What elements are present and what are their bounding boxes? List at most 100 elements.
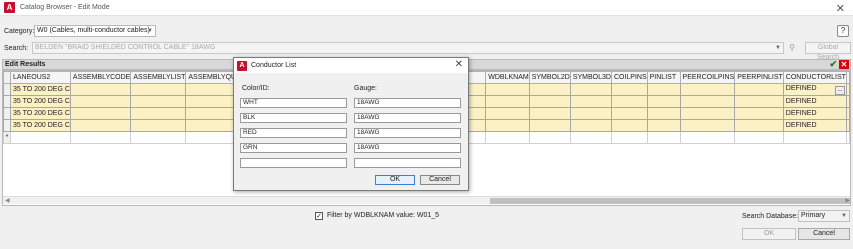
table-cell[interactable] — [130, 83, 187, 96]
column-header[interactable]: SYMBOL3D — [569, 71, 612, 84]
column-header[interactable]: PEERCOILPINS — [679, 71, 736, 84]
table-cell[interactable] — [130, 95, 187, 108]
gauge-field[interactable]: 18AWG — [354, 128, 461, 138]
color-id-field[interactable]: RED — [240, 128, 347, 138]
table-cell[interactable] — [528, 131, 571, 144]
table-cell[interactable] — [610, 83, 648, 96]
gauge-field[interactable]: 18AWG — [354, 113, 461, 123]
table-cell[interactable] — [485, 107, 530, 120]
color-id-field[interactable] — [240, 158, 347, 168]
table-cell[interactable] — [734, 107, 784, 120]
table-cell[interactable] — [846, 107, 850, 120]
table-cell[interactable] — [528, 119, 571, 132]
column-header[interactable]: CONDUCTORLIST — [782, 71, 848, 84]
table-cell[interactable] — [846, 83, 850, 96]
column-header[interactable]: LANEOUS2 — [9, 71, 71, 84]
table-cell[interactable] — [69, 131, 132, 144]
color-id-field[interactable]: BLK — [240, 113, 347, 123]
table-cell[interactable] — [130, 119, 187, 132]
color-id-field[interactable]: WHT — [240, 98, 347, 108]
table-cell[interactable]: DEFINED — [782, 119, 848, 132]
table-cell[interactable] — [485, 131, 530, 144]
table-cell[interactable] — [610, 119, 648, 132]
table-cell[interactable] — [569, 95, 612, 108]
table-cell[interactable] — [782, 131, 848, 144]
table-cell[interactable] — [528, 95, 571, 108]
table-cell[interactable] — [69, 107, 132, 120]
table-cell[interactable]: DEFINED — [782, 95, 848, 108]
column-header[interactable]: ASSEMBLYLIST — [130, 71, 187, 84]
search-input[interactable]: BELDEN "BRAID SHIELDED CONTROL CABLE" 18… — [32, 42, 784, 54]
horizontal-scrollbar[interactable]: ◀ ▶ — [3, 196, 850, 204]
cancel-button[interactable]: Cancel — [798, 228, 850, 240]
close-icon[interactable]: ✕ — [455, 59, 463, 70]
table-cell[interactable] — [610, 95, 648, 108]
table-cell[interactable] — [646, 95, 681, 108]
search-database-select[interactable]: Primary ▼ — [798, 210, 850, 222]
table-cell[interactable] — [734, 83, 784, 96]
table-cell[interactable]: 35 TO 200 DEG C — [9, 95, 71, 108]
table-cell[interactable] — [679, 119, 736, 132]
search-icon[interactable]: ⚲ — [786, 42, 798, 54]
close-icon[interactable]: ✕ — [839, 60, 849, 69]
column-header[interactable]: WDBLKNAM — [485, 71, 530, 84]
row-indicator[interactable] — [3, 83, 11, 96]
table-cell[interactable] — [646, 107, 681, 120]
column-header[interactable]: PEERPINLIST — [734, 71, 784, 84]
table-cell[interactable] — [569, 107, 612, 120]
table-cell[interactable] — [69, 119, 132, 132]
table-cell[interactable] — [485, 95, 530, 108]
filter-checkbox[interactable]: ✓ — [315, 212, 323, 220]
close-icon[interactable]: ✕ — [836, 2, 845, 15]
checkmark-icon[interactable]: ✔ — [829, 60, 837, 69]
row-indicator[interactable] — [3, 119, 11, 132]
chevron-left-icon[interactable]: ◀ — [5, 197, 10, 204]
column-header[interactable]: COILPINS — [610, 71, 648, 84]
table-cell[interactable] — [734, 95, 784, 108]
global-search-button[interactable]: Global Search — [805, 42, 851, 61]
gauge-field[interactable]: 18AWG — [354, 143, 461, 153]
table-cell[interactable] — [610, 131, 648, 144]
table-cell[interactable] — [69, 83, 132, 96]
table-cell[interactable] — [846, 95, 850, 108]
table-cell[interactable] — [679, 107, 736, 120]
column-header[interactable]: ASSEMBLYCODE — [69, 71, 132, 84]
scrollbar-thumb[interactable] — [490, 198, 850, 204]
color-id-field[interactable]: GRN — [240, 143, 347, 153]
table-cell[interactable] — [569, 131, 612, 144]
table-cell[interactable]: DEFINED — [782, 107, 848, 120]
table-cell[interactable] — [528, 107, 571, 120]
table-cell[interactable] — [528, 83, 571, 96]
chevron-right-icon[interactable]: ▶ — [845, 197, 850, 204]
ellipsis-button[interactable]: ... — [835, 85, 845, 95]
table-cell[interactable]: DEFINED... — [782, 83, 848, 96]
table-cell[interactable]: 35 TO 200 DEG C — [9, 119, 71, 132]
table-cell[interactable] — [679, 95, 736, 108]
column-header[interactable]: PINLIST — [646, 71, 681, 84]
dialog-cancel-button[interactable]: Cancel — [420, 175, 460, 185]
table-cell[interactable] — [846, 119, 850, 132]
table-cell[interactable] — [130, 131, 187, 144]
table-cell[interactable] — [69, 95, 132, 108]
table-cell[interactable] — [846, 131, 850, 144]
table-cell[interactable] — [679, 83, 736, 96]
table-cell[interactable] — [734, 131, 784, 144]
table-cell[interactable] — [734, 119, 784, 132]
row-indicator[interactable] — [3, 107, 11, 120]
table-cell[interactable] — [485, 119, 530, 132]
table-cell[interactable] — [679, 131, 736, 144]
category-select[interactable]: W0 (Cables, multi-conductor cables) ▼ — [34, 25, 156, 37]
table-cell[interactable] — [569, 83, 612, 96]
column-header[interactable]: SYMBOL2D — [528, 71, 571, 84]
table-cell[interactable]: 35 TO 200 DEG C — [9, 83, 71, 96]
ok-button[interactable]: OK — [742, 228, 796, 240]
table-cell[interactable] — [646, 83, 681, 96]
gauge-field[interactable] — [354, 158, 461, 168]
table-cell[interactable] — [485, 83, 530, 96]
dialog-ok-button[interactable]: OK — [375, 175, 415, 185]
help-button[interactable]: ? — [837, 25, 849, 37]
table-cell[interactable] — [610, 107, 648, 120]
row-indicator[interactable] — [3, 95, 11, 108]
table-cell[interactable]: 35 TO 200 DEG C — [9, 107, 71, 120]
table-cell[interactable] — [9, 131, 71, 144]
